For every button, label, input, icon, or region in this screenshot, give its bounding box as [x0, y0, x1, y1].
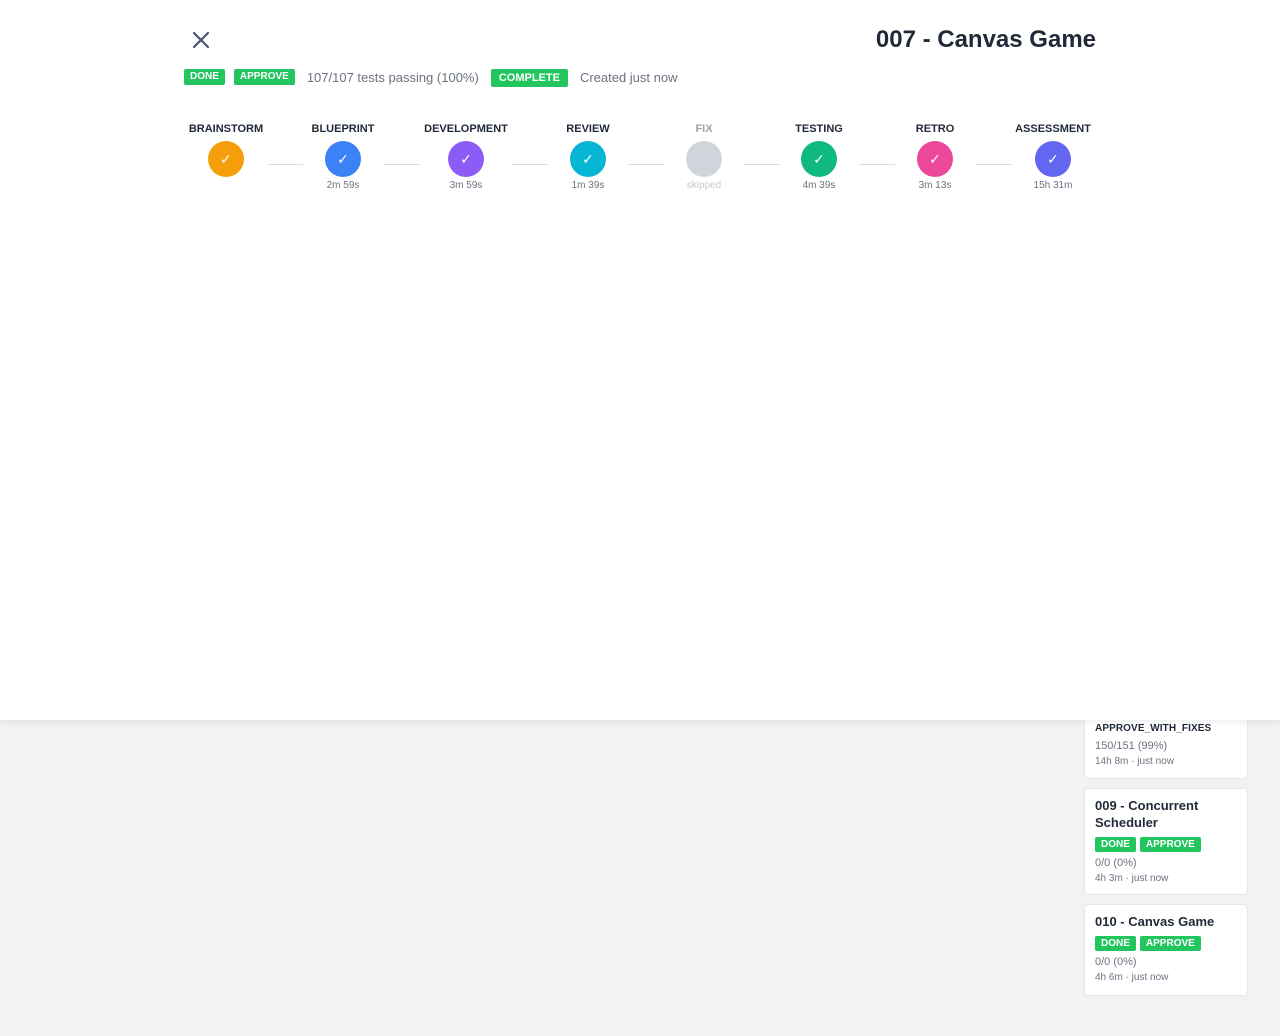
stage-development[interactable]: DEVELOPMENT ✓ 3m 59s [406, 122, 526, 192]
stage-fix[interactable]: FIX skipped [644, 122, 764, 192]
tests-summary: 0/0 (0%) [1095, 956, 1137, 968]
stage-retro[interactable]: RETRO ✓ 3m 13s [875, 122, 995, 192]
tests-summary: 150/151 (99%) [1095, 740, 1168, 752]
stage-label: DEVELOPMENT [424, 123, 508, 135]
status-badge: DONE [1095, 837, 1136, 852]
stage-duration: 2m 59s [326, 180, 360, 191]
stage-status-circle: ✓ [208, 141, 244, 177]
stage-status-circle: ✓ [570, 141, 606, 177]
stage-skipped-circle [686, 141, 722, 177]
stage-duration: 15h 31m [1033, 180, 1073, 191]
stage-label: REVIEW [566, 123, 610, 135]
check-icon: ✓ [813, 150, 825, 167]
close-button[interactable] [190, 29, 212, 51]
check-icon: ✓ [1047, 150, 1059, 167]
close-icon[interactable] [190, 29, 212, 51]
run-card[interactable]: 009 - Concurrent Scheduler DONE APPROVE … [1084, 788, 1248, 895]
status-badge: DONE [184, 69, 225, 85]
stage-blueprint[interactable]: BLUEPRINT ✓ 2m 59s [283, 122, 403, 192]
page-title: 007 - Canvas Game [875, 26, 1096, 53]
run-title: 009 - Concurrent Scheduler [1095, 798, 1199, 830]
run-card[interactable]: 010 - Canvas Game DONE APPROVE 0/0 (0%) … [1084, 904, 1248, 996]
duration-meta: 4h 6m · just now [1095, 972, 1169, 983]
stage-label: BRAINSTORM [188, 123, 264, 135]
stage-status-circle: ✓ [801, 141, 837, 177]
stage-status-circle: ✓ [325, 141, 361, 177]
stage-status-circle: ✓ [448, 141, 484, 177]
stage-assessment[interactable]: ASSESSMENT ✓ 15h 31m [993, 122, 1113, 192]
stage-duration: 1m 39s [571, 180, 605, 191]
check-icon: ✓ [337, 150, 349, 167]
verdict-badge: APPROVE [1139, 837, 1201, 852]
stage-testing[interactable]: TESTING ✓ 4m 39s [759, 122, 879, 192]
check-icon: ✓ [929, 150, 941, 167]
verdict-badge: APPROVE [1139, 936, 1201, 951]
stage-pipeline: BRAINSTORM ✓ BLUEPRINT ✓ 2m 59s DEVELOPMENT ✓ 3… [0, 122, 1280, 202]
stage-duration: 3m 59s [449, 180, 483, 191]
check-icon: ✓ [582, 150, 594, 167]
tests-summary: 107/107 tests passing (100%) [306, 69, 479, 85]
check-icon: ✓ [460, 150, 472, 167]
check-icon: ✓ [220, 150, 232, 167]
verdict-badge: APPROVE [233, 69, 295, 85]
stage-label: BLUEPRINT [311, 123, 375, 135]
stage-label: RETRO [915, 123, 955, 135]
verdict-label: APPROVE_WITH_FIXES [1095, 723, 1212, 734]
status-row: DONE APPROVE 107/107 tests passing (100%… [184, 68, 678, 87]
stage-label: TESTING [795, 123, 843, 135]
status-badge: DONE [1095, 936, 1136, 951]
run-title: 010 - Canvas Game [1095, 914, 1215, 929]
phase-badge: COMPLETE [490, 69, 568, 87]
stage-label: ASSESSMENT [1015, 123, 1091, 135]
tests-summary: 0/0 (0%) [1095, 857, 1137, 869]
stage-duration: 4m 39s [802, 180, 836, 191]
stage-review[interactable]: REVIEW ✓ 1m 39s [528, 122, 648, 192]
created-timestamp: Created just now [579, 69, 678, 85]
duration-meta: 4h 3m · just now [1095, 873, 1169, 884]
stage-brainstorm[interactable]: BRAINSTORM ✓ [166, 122, 286, 180]
run-detail-panel: 007 - Canvas Game DONE APPROVE 107/107 t… [0, 0, 1280, 720]
stage-status-circle: ✓ [917, 141, 953, 177]
stage-duration: 3m 13s [918, 180, 952, 191]
stage-duration: skipped [686, 180, 722, 191]
duration-meta: 14h 8m · just now [1095, 756, 1174, 767]
stage-status-circle: ✓ [1035, 141, 1071, 177]
stage-label: FIX [695, 123, 713, 135]
